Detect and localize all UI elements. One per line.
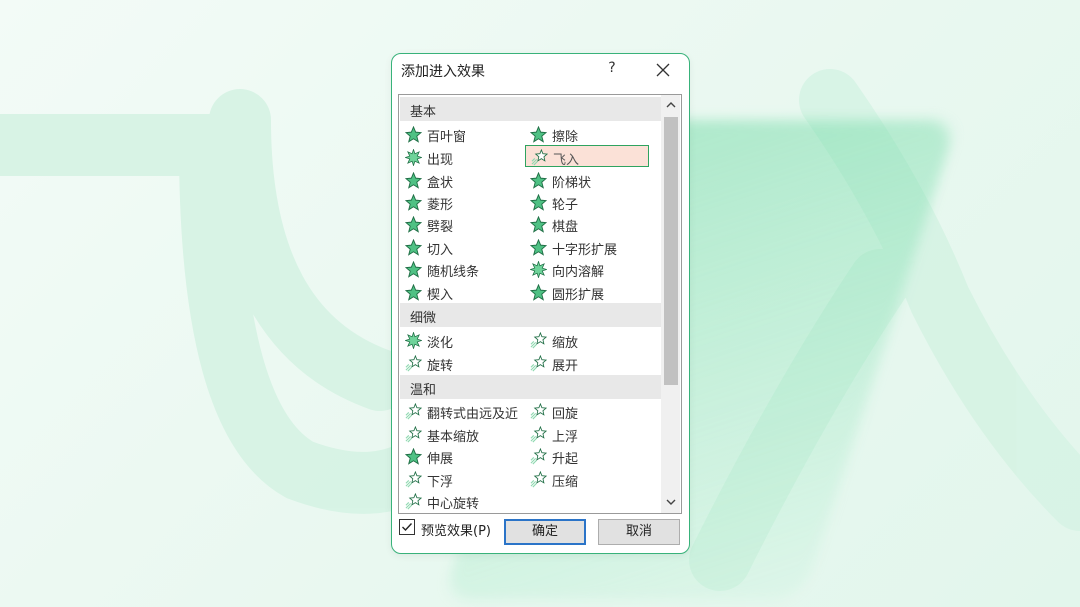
motion-star-icon <box>530 448 547 465</box>
effect-item[interactable]: 阶梯状 <box>525 169 649 191</box>
motion-star-icon <box>530 403 547 420</box>
preview-checkbox[interactable] <box>399 519 415 535</box>
effect-item[interactable]: 楔入 <box>400 281 524 303</box>
list-scrollbar[interactable] <box>661 95 680 513</box>
motion-star-icon <box>530 471 547 488</box>
scrollbar-thumb[interactable] <box>664 117 678 385</box>
motion-star-icon <box>530 355 547 372</box>
star-effect-icon <box>530 216 547 233</box>
add-entrance-effect-dialog: 添加进入效果 ? 基本 百叶窗 擦除 出现 飞入 盒状 阶梯状 菱形 轮子 劈裂… <box>391 53 690 554</box>
effect-list[interactable]: 基本 百叶窗 擦除 出现 飞入 盒状 阶梯状 菱形 轮子 劈裂 棋盘 切入 十字… <box>398 94 682 514</box>
effect-item[interactable]: 上浮 <box>525 423 649 445</box>
effect-item[interactable]: 翻转式由远及近 <box>400 400 524 422</box>
star-effect-icon <box>405 194 422 211</box>
effect-item[interactable]: 擦除 <box>525 123 649 145</box>
close-icon[interactable] <box>652 59 674 81</box>
effect-item[interactable]: 十字形扩展 <box>525 236 649 258</box>
effect-item[interactable]: 下浮 <box>400 468 524 490</box>
effect-item[interactable]: 菱形 <box>400 191 524 213</box>
effect-item[interactable]: 淡化 <box>400 329 524 351</box>
fly-in-star-icon <box>531 149 548 166</box>
effect-item[interactable]: 回旋 <box>525 400 649 422</box>
star-effect-icon <box>405 261 422 278</box>
motion-star-icon <box>405 493 422 510</box>
star-effect-icon <box>405 239 422 256</box>
star-burst-effect-icon <box>405 149 422 166</box>
effect-item[interactable]: 圆形扩展 <box>525 281 649 303</box>
preview-label[interactable]: 预览效果(P) <box>421 520 491 539</box>
motion-star-icon <box>405 403 422 420</box>
star-effect-icon <box>530 172 547 189</box>
checkmark-icon <box>402 523 413 532</box>
effect-item-selected[interactable]: 飞入 <box>525 145 649 168</box>
effect-item[interactable]: 中心旋转 <box>400 490 524 512</box>
effect-item[interactable]: 基本缩放 <box>400 423 524 445</box>
star-effect-icon <box>405 126 422 143</box>
star-effect-icon <box>530 126 547 143</box>
cancel-button[interactable]: 取消 <box>598 519 680 545</box>
effect-item[interactable]: 缩放 <box>525 329 649 351</box>
section-header-basic: 基本 <box>400 97 661 121</box>
effect-item[interactable]: 升起 <box>525 445 649 467</box>
effect-item[interactable]: 劈裂 <box>400 213 524 235</box>
effect-item[interactable]: 向内溶解 <box>525 258 649 280</box>
star-effect-icon <box>405 284 422 301</box>
dialog-title: 添加进入效果 <box>401 64 485 80</box>
ok-button[interactable]: 确定 <box>504 519 586 545</box>
motion-star-icon <box>530 426 547 443</box>
motion-star-icon <box>530 332 547 349</box>
chevron-down-icon[interactable] <box>664 495 678 509</box>
motion-star-icon <box>405 471 422 488</box>
star-burst-effect-icon <box>530 261 547 278</box>
chevron-up-icon[interactable] <box>664 98 678 112</box>
motion-star-icon <box>405 426 422 443</box>
effect-item[interactable]: 轮子 <box>525 191 649 213</box>
effect-item[interactable]: 棋盘 <box>525 213 649 235</box>
section-header-moderate: 温和 <box>400 375 661 399</box>
effect-item[interactable]: 百叶窗 <box>400 123 524 145</box>
dialog-titlebar: 添加进入效果 ? <box>392 54 689 86</box>
effect-item[interactable]: 出现 <box>400 146 524 168</box>
effect-item[interactable]: 展开 <box>525 352 649 374</box>
effect-item[interactable]: 旋转 <box>400 352 524 374</box>
star-burst-effect-icon <box>405 332 422 349</box>
section-header-subtle: 细微 <box>400 303 661 327</box>
effect-item[interactable]: 盒状 <box>400 169 524 191</box>
star-effect-icon <box>530 194 547 211</box>
star-effect-icon <box>405 216 422 233</box>
effect-item[interactable]: 切入 <box>400 236 524 258</box>
star-effect-icon <box>530 284 547 301</box>
help-button[interactable]: ? <box>603 60 621 80</box>
motion-star-icon <box>405 355 422 372</box>
effect-item[interactable]: 伸展 <box>400 445 524 467</box>
star-effect-icon <box>405 448 422 465</box>
star-effect-icon <box>405 172 422 189</box>
star-effect-icon <box>530 239 547 256</box>
effect-item[interactable]: 压缩 <box>525 468 649 490</box>
effect-item[interactable]: 随机线条 <box>400 258 524 280</box>
